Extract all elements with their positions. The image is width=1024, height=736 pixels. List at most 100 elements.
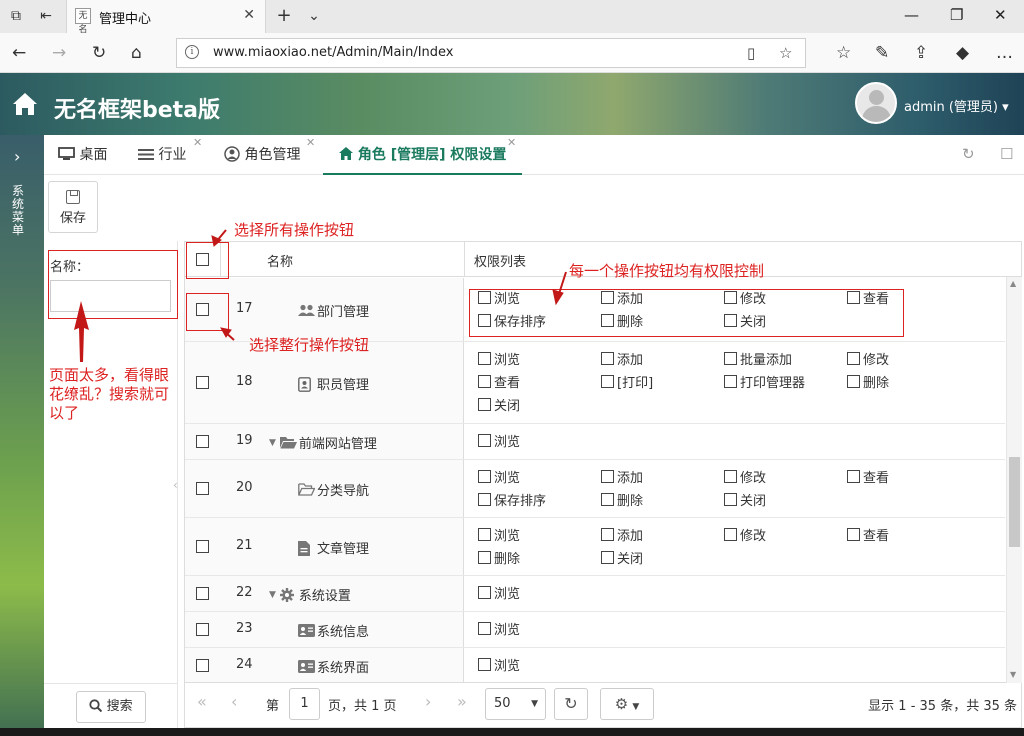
last-page-icon[interactable]: » (457, 692, 467, 711)
save-button[interactable]: 保存 (48, 181, 98, 233)
permission-checkbox[interactable]: 查看 (847, 525, 889, 544)
window-close-icon[interactable]: ✕ (994, 6, 1007, 24)
grid-settings-button[interactable]: ⚙ ▼ (600, 688, 654, 720)
checkbox-box[interactable] (478, 398, 491, 411)
restore-icon[interactable]: ❐ (950, 6, 963, 24)
url-field[interactable]: i www.miaoxiao.net/Admin/Main/Index ▯ ☆ (176, 38, 806, 68)
checkbox-box[interactable] (478, 493, 491, 506)
permission-checkbox[interactable]: 修改 (724, 525, 766, 544)
checkbox-box[interactable] (847, 470, 860, 483)
next-page-icon[interactable]: › (425, 692, 431, 711)
tab-permission-settings[interactable]: 角色 [管理层] 权限设置 ✕ (323, 135, 523, 175)
collapse-panel-icon[interactable]: ‹ (173, 478, 178, 492)
permission-checkbox[interactable]: 浏览 (478, 583, 520, 602)
checkbox-box[interactable] (478, 586, 491, 599)
permission-checkbox[interactable]: 添加 (601, 525, 643, 544)
checkbox-box[interactable] (478, 470, 491, 483)
checkbox-box[interactable] (601, 551, 614, 564)
expand-caret-icon[interactable]: ▼ (269, 590, 276, 600)
row-tree-node[interactable]: 系统界面 (298, 657, 369, 676)
checkbox-box[interactable] (847, 375, 860, 388)
checkbox-box[interactable] (601, 375, 614, 388)
back-icon[interactable]: ← (12, 43, 26, 63)
refresh-grid-button[interactable]: ↻ (554, 688, 588, 720)
tab-actions-icon[interactable]: ⧉ (8, 8, 24, 24)
row-select-checkbox[interactable] (196, 587, 209, 600)
close-tab-permission-icon[interactable]: ✕ (507, 123, 516, 163)
permission-checkbox[interactable]: 添加 (601, 467, 643, 486)
refresh-icon[interactable]: ↻ (92, 43, 106, 63)
tab-desktop[interactable]: 桌面 (58, 135, 107, 175)
row-tree-node[interactable]: 系统信息 (298, 621, 369, 640)
permission-checkbox[interactable]: 修改 (847, 349, 889, 368)
reading-view-icon[interactable]: ▯ (747, 44, 755, 62)
page-number-input[interactable]: 1 (289, 688, 320, 720)
checkbox-box[interactable] (601, 493, 614, 506)
row-select-checkbox[interactable] (196, 376, 209, 389)
fullscreen-icon[interactable]: ☐ (1000, 145, 1013, 163)
checkbox-box[interactable] (724, 528, 737, 541)
checkbox-box[interactable] (478, 622, 491, 635)
row-select-checkbox[interactable] (196, 482, 209, 495)
row-select-checkbox[interactable] (196, 435, 209, 448)
row-select-checkbox[interactable] (196, 659, 209, 672)
expand-menu-icon[interactable]: › (14, 147, 20, 166)
set-aside-tabs-icon[interactable]: ⇤ (38, 8, 54, 24)
permission-checkbox[interactable]: [打印] (601, 372, 653, 391)
reload-tab-icon[interactable]: ↻ (962, 145, 975, 163)
permission-checkbox[interactable]: 浏览 (478, 619, 520, 638)
tab-role-management[interactable]: 角色管理 ✕ (224, 135, 315, 175)
row-tree-node[interactable]: ▼ 前端网站管理 (269, 433, 377, 452)
new-tab-icon[interactable]: + (276, 7, 292, 25)
row-select-checkbox[interactable] (196, 623, 209, 636)
checkbox-box[interactable] (478, 528, 491, 541)
home-icon[interactable] (12, 92, 38, 116)
sidebar-label[interactable]: 系统菜单 (12, 185, 28, 237)
checkbox-box[interactable] (478, 551, 491, 564)
row-tree-node[interactable]: ▼ 系统设置 (269, 585, 351, 604)
web-note-icon[interactable]: ✎ (875, 43, 889, 63)
forward-icon[interactable]: → (52, 43, 66, 63)
checkbox-box[interactable] (478, 375, 491, 388)
permission-checkbox[interactable]: 删除 (601, 490, 643, 509)
checkbox-box[interactable] (478, 352, 491, 365)
grid-scrollbar[interactable]: ▲ ▼ (1006, 277, 1022, 683)
checkbox-box[interactable] (724, 375, 737, 388)
checkbox-box[interactable] (847, 352, 860, 365)
close-tab-industry-icon[interactable]: ✕ (193, 123, 202, 163)
share-icon[interactable]: ⇪ (914, 43, 928, 63)
close-tab-icon[interactable]: ✕ (243, 7, 255, 23)
checkbox-box[interactable] (478, 658, 491, 671)
row-tree-node[interactable]: 职员管理 (298, 374, 369, 393)
site-info-icon[interactable]: i (185, 45, 199, 59)
permission-checkbox[interactable]: 保存排序 (478, 490, 546, 509)
checkbox-box[interactable] (601, 528, 614, 541)
row-tree-node[interactable]: 文章管理 (298, 538, 369, 557)
checkbox-box[interactable] (478, 434, 491, 447)
tab-list-chevron-icon[interactable]: ⌄ (306, 8, 322, 24)
checkbox-box[interactable] (724, 470, 737, 483)
scrollbar-thumb[interactable] (1009, 457, 1020, 547)
permission-checkbox[interactable]: 关闭 (724, 490, 766, 509)
permission-checkbox[interactable]: 关闭 (601, 548, 643, 567)
row-tree-node[interactable]: 分类导航 (298, 480, 369, 499)
avatar[interactable] (855, 82, 897, 124)
checkbox-box[interactable] (601, 470, 614, 483)
expand-caret-icon[interactable]: ▼ (269, 438, 276, 448)
checkbox-box[interactable] (601, 352, 614, 365)
permission-checkbox[interactable]: 修改 (724, 467, 766, 486)
permission-checkbox[interactable]: 添加 (601, 349, 643, 368)
permission-checkbox[interactable]: 浏览 (478, 431, 520, 450)
search-button[interactable]: 搜索 (76, 691, 146, 723)
permission-checkbox[interactable]: 查看 (847, 467, 889, 486)
permission-checkbox[interactable]: 浏览 (478, 467, 520, 486)
favorites-hub-icon[interactable]: ☆ (836, 43, 851, 63)
minimize-icon[interactable]: — (904, 6, 919, 24)
user-menu[interactable]: admin (管理员) ▾ (904, 96, 1009, 115)
url-text[interactable]: www.miaoxiao.net/Admin/Main/Index (213, 45, 454, 60)
more-menu-icon[interactable]: … (996, 43, 1013, 63)
first-page-icon[interactable]: « (197, 692, 207, 711)
page-size-select[interactable]: 50 ▼ (485, 688, 546, 720)
scroll-down-icon[interactable]: ▼ (1010, 670, 1016, 679)
checkbox-box[interactable] (724, 493, 737, 506)
